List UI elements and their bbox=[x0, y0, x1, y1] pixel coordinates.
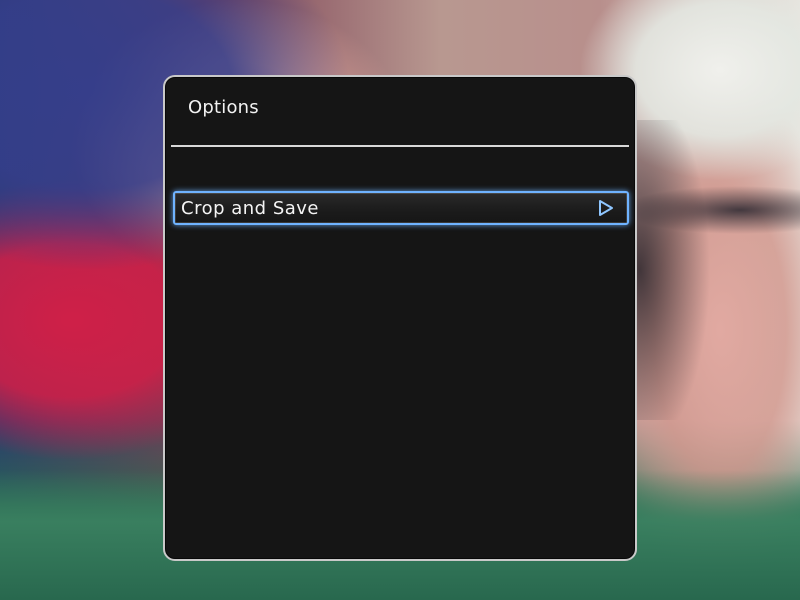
dialog-title: Options bbox=[188, 97, 259, 118]
photo-frame-screen: Options Crop and Save bbox=[0, 0, 800, 600]
menu-item-crop-and-save[interactable]: Crop and Save bbox=[173, 191, 629, 225]
menu-item-label: Crop and Save bbox=[181, 198, 320, 219]
chevron-right-icon bbox=[597, 199, 615, 217]
options-dialog: Options Crop and Save bbox=[163, 75, 637, 561]
title-divider bbox=[171, 145, 629, 147]
